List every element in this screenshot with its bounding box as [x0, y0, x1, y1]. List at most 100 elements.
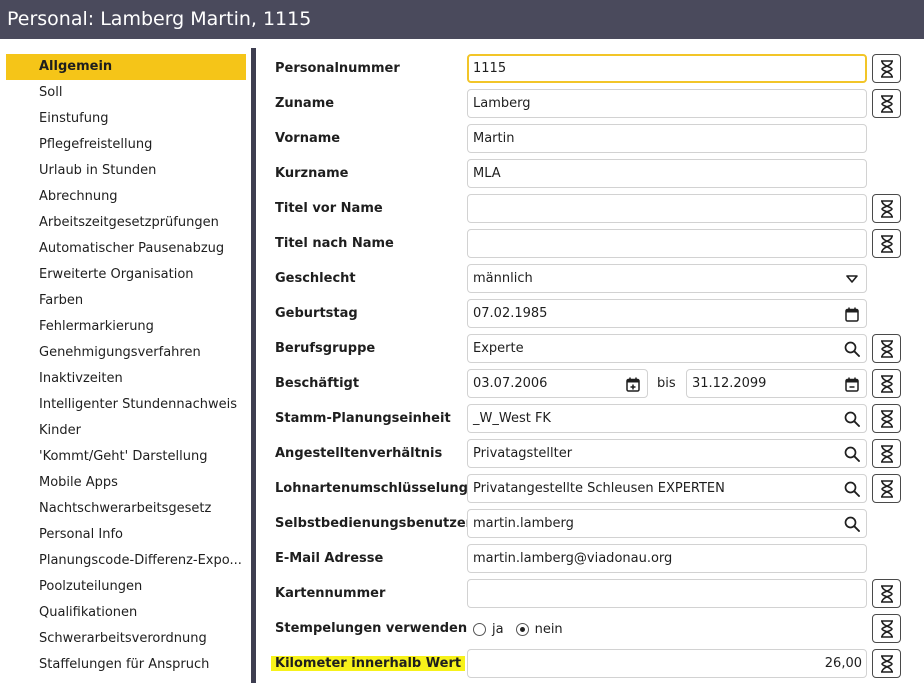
- hourglass-icon: [880, 374, 893, 393]
- selbstbedienung-value: martin.lamberg: [473, 516, 574, 531]
- sidebar-item[interactable]: Schwerarbeitsverordnung: [6, 626, 246, 652]
- hourglass-icon: [880, 59, 893, 78]
- berufsgruppe-history-button[interactable]: [872, 334, 901, 363]
- sidebar-item[interactable]: Planungscode-Differenz-Expo...: [6, 548, 246, 574]
- sidebar-item[interactable]: Urlaub in Stunden: [6, 158, 246, 184]
- calendar-plus-icon[interactable]: [625, 376, 641, 392]
- search-icon[interactable]: [844, 411, 860, 427]
- vorname-input[interactable]: Martin: [467, 124, 867, 153]
- personalnummer-input[interactable]: 1115: [467, 54, 867, 83]
- berufsgruppe-input[interactable]: Experte: [467, 334, 867, 363]
- kilometer-history-button[interactable]: [872, 649, 901, 678]
- titel-vor-input[interactable]: [467, 194, 867, 223]
- beschaeftigt-label: Beschäftigt: [275, 376, 360, 391]
- titel-nach-label: Titel nach Name: [275, 236, 394, 251]
- beschaeftigt-from-input[interactable]: 03.07.2006: [467, 369, 648, 398]
- angestellten-value: Privatagstellter: [473, 446, 573, 461]
- geschlecht-value: männlich: [473, 271, 533, 286]
- hourglass-icon: [880, 479, 893, 498]
- stamm-planung-input[interactable]: _W_West FK: [467, 404, 867, 433]
- search-icon[interactable]: [844, 516, 860, 532]
- hourglass-icon: [880, 339, 893, 358]
- sidebar-item[interactable]: 'Kommt/Geht' Darstellung: [6, 444, 246, 470]
- selbstbedienung-input[interactable]: martin.lamberg: [467, 509, 867, 538]
- zuname-label: Zuname: [275, 96, 335, 111]
- sidebar-item[interactable]: Automatischer Pausenabzug: [6, 236, 246, 262]
- stempelungen-history-button[interactable]: [872, 614, 901, 643]
- geburtstag-input[interactable]: 07.02.1985: [467, 299, 867, 328]
- titel-vor-label: Titel vor Name: [275, 201, 383, 216]
- zuname-input[interactable]: Lamberg: [467, 89, 867, 118]
- dropdown-triangle-icon[interactable]: [844, 271, 860, 287]
- lohnarten-label: Lohnartenumschlüsselung: [275, 481, 468, 496]
- geschlecht-label: Geschlecht: [275, 271, 356, 286]
- sidebar-item[interactable]: Farben: [6, 288, 246, 314]
- kurzname-input[interactable]: MLA: [467, 159, 867, 188]
- calendar-icon[interactable]: [844, 306, 860, 322]
- zuname-history-button[interactable]: [872, 89, 901, 118]
- beschaeftigt-history-button[interactable]: [872, 369, 901, 398]
- radio-ja[interactable]: [473, 622, 486, 636]
- email-label: E-Mail Adresse: [275, 551, 384, 566]
- angestellten-input[interactable]: Privatagstellter: [467, 439, 867, 468]
- sidebar-item[interactable]: Nachtschwerarbeitsgesetz: [6, 496, 246, 522]
- search-icon[interactable]: [844, 446, 860, 462]
- beschaeftigt-to-input[interactable]: 31.12.2099: [686, 369, 867, 398]
- lohnarten-history-button[interactable]: [872, 474, 901, 503]
- beschaeftigt-to-value: 31.12.2099: [692, 376, 767, 391]
- stempelungen-ja-option[interactable]: ja: [473, 622, 504, 637]
- kartennummer-history-button[interactable]: [872, 579, 901, 608]
- email-input[interactable]: martin.lamberg@viadonau.org: [467, 544, 867, 573]
- stempelungen-ja-label: ja: [492, 621, 504, 637]
- beschaeftigt-bis-label: bis: [657, 376, 676, 391]
- angestellten-history-button[interactable]: [872, 439, 901, 468]
- titel-nach-history-button[interactable]: [872, 229, 901, 258]
- berufsgruppe-label: Berufsgruppe: [275, 341, 376, 356]
- search-icon[interactable]: [844, 341, 860, 357]
- sidebar-item[interactable]: Qualifikationen: [6, 600, 246, 626]
- hourglass-icon: [880, 619, 893, 638]
- sidebar-item[interactable]: Genehmigungsverfahren: [6, 340, 246, 366]
- sidebar-item[interactable]: Arbeitszeitgesetzprüfungen: [6, 210, 246, 236]
- sidebar-item[interactable]: Staffelungen für Anspruch: [6, 652, 246, 678]
- sidebar-item[interactable]: Intelligenter Stundennachweis: [6, 392, 246, 418]
- kilometer-label: Kilometer innerhalb Wert: [271, 650, 466, 678]
- kartennummer-input[interactable]: [467, 579, 867, 608]
- sidebar-item[interactable]: Personal Info: [6, 522, 246, 548]
- radio-nein[interactable]: [515, 622, 529, 636]
- sidebar-divider[interactable]: [251, 48, 256, 683]
- sidebar-item[interactable]: Mobile Apps: [6, 470, 246, 496]
- sidebar-item[interactable]: Pflegefreistellung: [6, 132, 246, 158]
- kurzname-label: Kurzname: [275, 166, 349, 181]
- sidebar-item[interactable]: Kinder: [6, 418, 246, 444]
- sidebar-item[interactable]: Fehlermarkierung: [6, 314, 246, 340]
- stamm-planung-history-button[interactable]: [872, 404, 901, 433]
- geschlecht-select[interactable]: männlich: [467, 264, 867, 293]
- stamm-planung-value: _W_West FK: [473, 411, 551, 426]
- stempelungen-nein-option[interactable]: nein: [515, 622, 563, 637]
- sidebar-item[interactable]: Inaktivzeiten: [6, 366, 246, 392]
- sidebar-item[interactable]: Allgemein: [6, 54, 246, 80]
- lohnarten-input[interactable]: Privatangestellte Schleusen EXPERTEN: [467, 474, 867, 503]
- sidebar-item[interactable]: Erweiterte Organisation: [6, 262, 246, 288]
- stempelungen-radio-group: ja nein: [473, 615, 575, 643]
- titel-nach-input[interactable]: [467, 229, 867, 258]
- selbstbedienung-label: Selbstbedienungsbenutzer: [275, 516, 473, 531]
- lohnarten-value: Privatangestellte Schleusen EXPERTEN: [473, 481, 725, 496]
- sidebar-item[interactable]: Poolzuteilungen: [6, 574, 246, 600]
- sidebar-item[interactable]: Einstufung: [6, 106, 246, 132]
- sidebar-item[interactable]: Abrechnung: [6, 184, 246, 210]
- kartennummer-label: Kartennummer: [275, 586, 386, 601]
- sidebar: Allgemein Soll Einstufung Pflegefreistellun…: [0, 39, 252, 683]
- search-icon[interactable]: [844, 481, 860, 497]
- sidebar-item[interactable]: Soll: [6, 80, 246, 106]
- personalnummer-label: Personalnummer: [275, 61, 400, 76]
- kilometer-input[interactable]: 26,00: [467, 649, 867, 678]
- hourglass-icon: [880, 584, 893, 603]
- titel-vor-history-button[interactable]: [872, 194, 901, 223]
- geburtstag-value: 07.02.1985: [473, 306, 548, 321]
- calendar-minus-icon[interactable]: [844, 376, 860, 392]
- geburtstag-label: Geburtstag: [275, 306, 358, 321]
- personalnummer-history-button[interactable]: [872, 54, 901, 83]
- vorname-label: Vorname: [275, 131, 341, 146]
